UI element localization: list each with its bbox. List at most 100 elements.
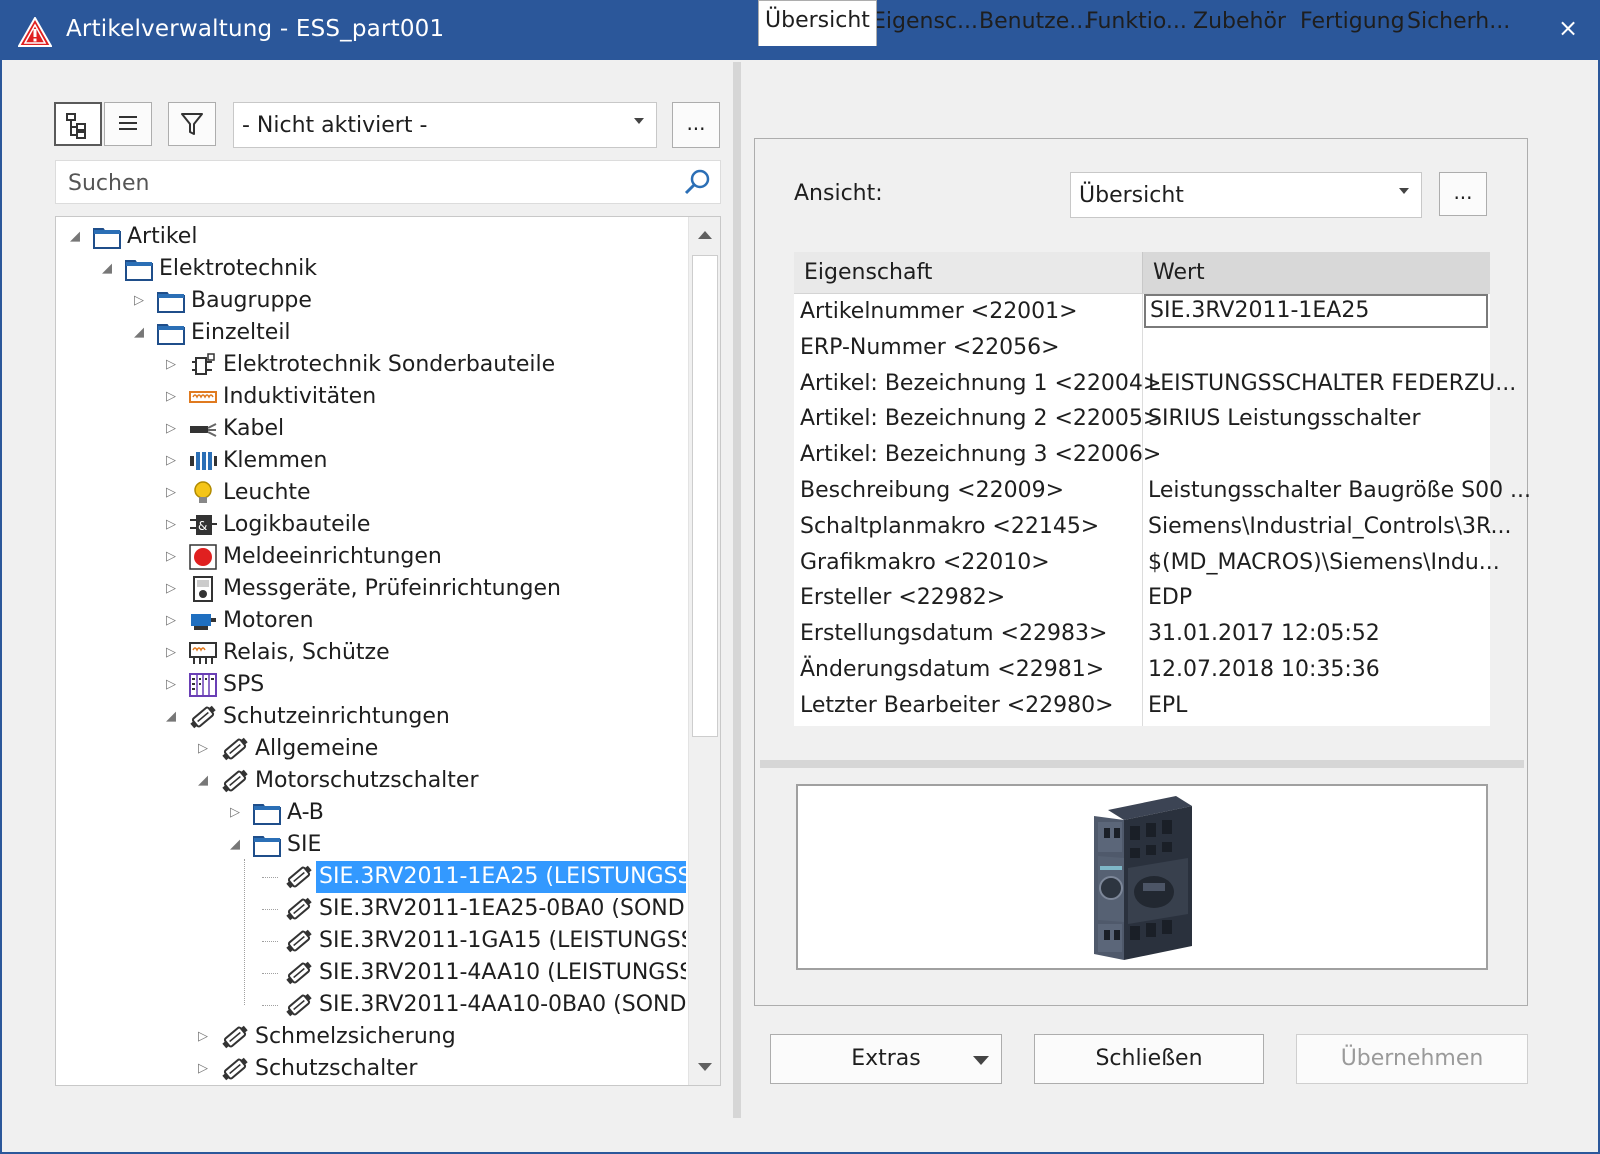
property-row[interactable]: Änderungsdatum <22981> 12.07.2018 10:35:3… xyxy=(794,652,1490,688)
property-row[interactable]: Letzter Bearbeiter <22980> EPL xyxy=(794,688,1490,724)
tree-node[interactable]: ▷ & Logikbauteile xyxy=(56,509,686,541)
property-value-editor[interactable]: SIE.3RV2011-1EA25 xyxy=(1144,294,1488,328)
tree-scrollbar[interactable] xyxy=(688,217,720,1085)
tab-benutzer[interactable]: Benutze... xyxy=(973,2,1096,44)
column-header-property[interactable]: Eigenschaft xyxy=(794,252,1142,294)
tree-node[interactable]: ◢ Schutzeinrichtungen xyxy=(56,701,686,733)
tree-node[interactable]: ▷ Schmelzsicherung xyxy=(56,1021,686,1053)
tree-collapse-icon[interactable]: ◢ xyxy=(228,829,242,861)
tree-node-label: Kabel xyxy=(223,416,285,441)
tab-zubehoer[interactable]: Zubehör xyxy=(1187,2,1292,44)
tree-collapse-icon[interactable]: ◢ xyxy=(132,317,146,349)
tree-node[interactable]: ▷ Kabel xyxy=(56,413,686,445)
tab-fertigung[interactable]: Fertigung xyxy=(1294,2,1411,44)
filter-select[interactable]: - Nicht aktiviert - xyxy=(233,102,657,148)
tree-node[interactable]: ▷ Schutzschalter xyxy=(56,1053,686,1085)
tab-eigenschaften[interactable]: Eigensc... xyxy=(866,2,984,44)
tree-node[interactable]: ◢ Artikel xyxy=(56,221,686,253)
vertical-splitter[interactable] xyxy=(733,62,741,1118)
scroll-up-button[interactable] xyxy=(689,217,720,253)
close-icon[interactable]: × xyxy=(1550,10,1586,46)
tree-collapse-icon[interactable]: ◢ xyxy=(68,221,82,253)
horizontal-splitter[interactable] xyxy=(760,760,1524,768)
scroll-down-button[interactable] xyxy=(689,1049,720,1085)
search-input[interactable] xyxy=(68,169,668,197)
tree-expand-icon[interactable]: ▷ xyxy=(132,285,146,317)
tree-expand-icon[interactable]: ▷ xyxy=(164,477,178,509)
tree-node[interactable]: ◢ Elektrotechnik xyxy=(56,253,686,285)
scroll-thumb[interactable] xyxy=(692,255,718,737)
tree-node[interactable]: ▷ Elektrotechnik Sonderbauteile xyxy=(56,349,686,381)
tree-node[interactable]: ▷ A-B xyxy=(56,797,686,829)
property-row[interactable]: Ersteller <22982> EDP xyxy=(794,580,1490,616)
tree-node[interactable]: SIE.3RV2011-1GA15 (LEISTUNGSSC... xyxy=(56,925,686,957)
column-header-value[interactable]: Wert xyxy=(1142,252,1490,294)
tree-node-label: Relais, Schütze xyxy=(223,640,390,665)
property-value: Leistungsschalter Baugröße S00 ... xyxy=(1148,478,1532,503)
tree-connector xyxy=(262,1005,278,1006)
tree-expand-icon[interactable]: ▷ xyxy=(164,637,178,669)
tab-funktion[interactable]: Funktio... xyxy=(1080,2,1193,44)
close-button[interactable]: Schließen xyxy=(1034,1034,1264,1084)
tree-node[interactable]: ◢ SIE xyxy=(56,829,686,861)
tab-sicherheit[interactable]: Sicherh... xyxy=(1401,2,1516,44)
tree-collapse-icon[interactable]: ◢ xyxy=(164,701,178,733)
property-row[interactable]: Artikel: Bezeichnung 1 <22004> LEISTUNGSS… xyxy=(794,366,1516,402)
tree-expand-icon[interactable]: ▷ xyxy=(164,573,178,605)
property-row[interactable]: Schaltplanmakro <22145> Siemens\Industria… xyxy=(794,509,1511,545)
view-select[interactable]: Übersicht xyxy=(1070,172,1422,218)
tree-collapse-icon[interactable]: ◢ xyxy=(100,253,114,285)
tree-node[interactable]: ▷ SPS xyxy=(56,669,686,701)
list-view-button[interactable] xyxy=(104,102,152,146)
tree-node[interactable]: ▷ Klemmen xyxy=(56,445,686,477)
tree-node[interactable]: ▷ Baugruppe xyxy=(56,285,686,317)
extras-button[interactable]: Extras xyxy=(770,1034,1002,1084)
tree-expand-icon[interactable]: ▷ xyxy=(164,509,178,541)
folder-icon xyxy=(252,832,282,858)
property-row[interactable]: Erstellungsdatum <22983> 31.01.2017 12:05… xyxy=(794,616,1490,652)
property-row[interactable]: Grafikmakro <22010> $(MD_MACROS)\Siemens\… xyxy=(794,545,1500,581)
tree-connector xyxy=(262,909,278,910)
tree-expand-icon[interactable]: ▷ xyxy=(196,1021,210,1053)
property-row[interactable]: ERP-Nummer <22056> xyxy=(794,330,1490,366)
tree-node[interactable]: ▷ Meldeeinrichtungen xyxy=(56,541,686,573)
tree-node[interactable]: ▷ Leuchte xyxy=(56,477,686,509)
apply-button[interactable]: Übernehmen xyxy=(1296,1034,1528,1084)
tree-expand-icon[interactable]: ▷ xyxy=(164,445,178,477)
tree-collapse-icon[interactable]: ◢ xyxy=(196,765,210,797)
tree-node[interactable]: SIE.3RV2011-1EA25-0BA0 (SONDE... xyxy=(56,893,686,925)
tree-expand-icon[interactable]: ▷ xyxy=(228,797,242,829)
tree-expand-icon[interactable]: ▷ xyxy=(164,381,178,413)
tree-node[interactable]: ◢ Motorschutzschalter xyxy=(56,765,686,797)
tree-node[interactable]: ▷ Induktivitäten xyxy=(56,381,686,413)
property-row[interactable]: Artikel: Bezeichnung 3 <22006> xyxy=(794,437,1490,473)
property-value: $(MD_MACROS)\Siemens\Indu... xyxy=(1148,549,1500,575)
tree-expand-icon[interactable]: ▷ xyxy=(196,733,210,765)
tree-node[interactable]: SIE.3RV2011-4AA10-0BA0 (SONDE... xyxy=(56,989,686,1021)
tree-node[interactable]: ▷ Relais, Schütze xyxy=(56,637,686,669)
tab-uebersicht[interactable]: Übersicht xyxy=(758,0,877,46)
tree-expand-icon[interactable]: ▷ xyxy=(164,541,178,573)
tree-expand-icon[interactable]: ▷ xyxy=(196,1053,210,1085)
property-row[interactable]: Beschreibung <22009> Leistungsschalter Ba… xyxy=(794,473,1531,509)
tree-node[interactable]: ▷ Allgemeine xyxy=(56,733,686,765)
filter-button[interactable] xyxy=(168,102,216,146)
property-row[interactable]: Artikelnummer <22001> SIE.3RV2011-1EA25 xyxy=(794,294,1490,330)
tree-node[interactable]: ▷ Motoren xyxy=(56,605,686,637)
tree-node[interactable]: SIE.3RV2011-4AA10 (LEISTUNGSSC... xyxy=(56,957,686,989)
tree-expand-icon[interactable]: ▷ xyxy=(164,605,178,637)
tree-node[interactable]: SIE.3RV2011-1EA25 (LEISTUNGSSC... xyxy=(56,861,686,893)
tree-node[interactable]: ▷ Messgeräte, Prüfeinrichtungen xyxy=(56,573,686,605)
filter-more-button[interactable]: ... xyxy=(672,102,720,148)
tree-node-label: Elektrotechnik Sonderbauteile xyxy=(223,352,556,377)
app-warning-icon xyxy=(18,17,52,47)
search-icon[interactable] xyxy=(682,167,712,197)
tree-expand-icon[interactable]: ▷ xyxy=(164,669,178,701)
tree-view-button[interactable] xyxy=(54,102,102,146)
property-value: EDP xyxy=(1148,585,1193,611)
tree-expand-icon[interactable]: ▷ xyxy=(164,413,178,445)
tree-expand-icon[interactable]: ▷ xyxy=(164,349,178,381)
property-row[interactable]: Artikel: Bezeichnung 2 <22005> SIRIUS Lei… xyxy=(794,401,1490,437)
view-more-button[interactable]: ... xyxy=(1439,172,1487,216)
tree-node[interactable]: ◢ Einzelteil xyxy=(56,317,686,349)
